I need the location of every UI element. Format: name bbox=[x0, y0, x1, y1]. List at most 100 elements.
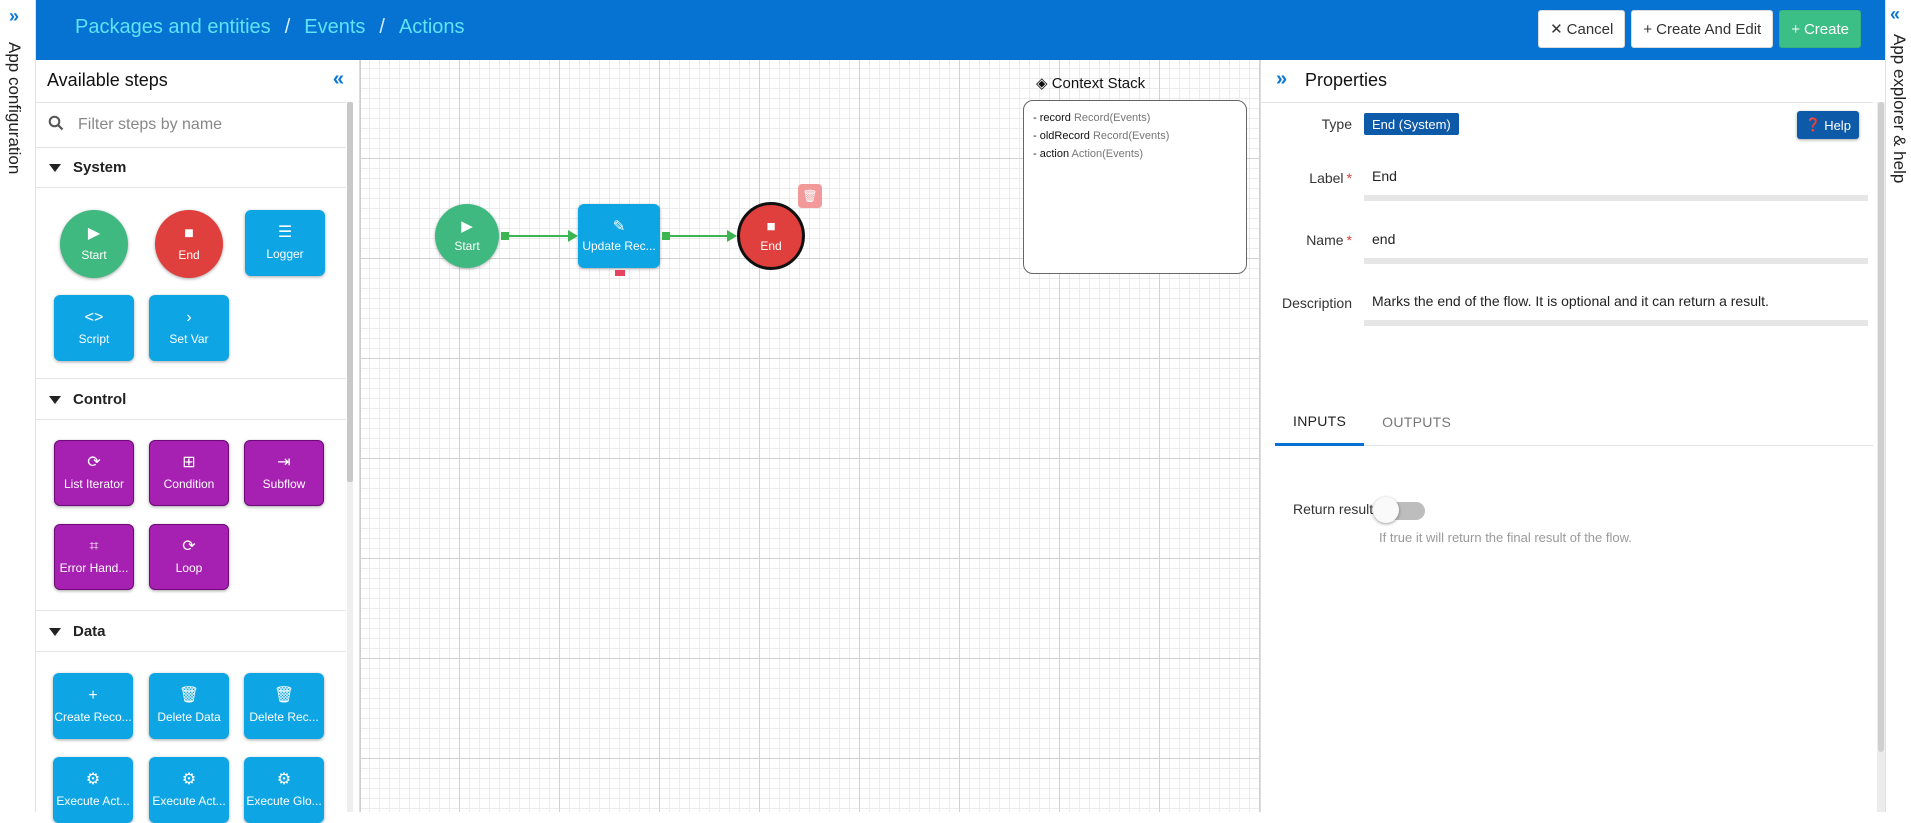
flow-canvas[interactable]: ▶ Start ✎ Update Rec... ■ End 🗑 ◈ Contex… bbox=[360, 60, 1260, 812]
create-and-edit-button[interactable]: + Create And Edit bbox=[1631, 10, 1774, 48]
expand-chevron-icon[interactable]: » bbox=[9, 6, 19, 27]
type-label: Type bbox=[1322, 116, 1352, 132]
description-input[interactable] bbox=[1364, 284, 1868, 318]
available-steps-title: Available steps bbox=[47, 70, 168, 90]
label-label-text: Label bbox=[1309, 170, 1344, 186]
help-button[interactable]: ❓ Help bbox=[1797, 111, 1859, 139]
step-label: End bbox=[178, 248, 200, 262]
step-label: Start bbox=[81, 248, 107, 262]
name-input[interactable] bbox=[1364, 222, 1868, 256]
step-delete-data[interactable]: 🗑 Delete Data bbox=[149, 673, 229, 739]
step-script[interactable]: <> Script bbox=[54, 295, 134, 361]
step-label: Error Hand... bbox=[59, 561, 129, 575]
required-marker: * bbox=[1346, 232, 1352, 248]
properties-scrollbar[interactable] bbox=[1877, 102, 1885, 812]
context-row: - record Record(Events) bbox=[1033, 112, 1151, 124]
app-configuration-strip[interactable]: » App configuration bbox=[0, 0, 36, 812]
app-explorer-strip[interactable]: « App explorer & help bbox=[1885, 0, 1911, 812]
step-execute-global[interactable]: ⚙ Execute Glo... bbox=[244, 757, 324, 823]
tab-inputs[interactable]: INPUTS bbox=[1275, 398, 1365, 446]
step-create-record[interactable]: + Create Reco... bbox=[53, 673, 133, 739]
connector-update-end[interactable] bbox=[668, 235, 728, 237]
context-row: - action Action(Events) bbox=[1033, 148, 1144, 160]
category-system[interactable]: System bbox=[36, 148, 346, 188]
category-control[interactable]: Control bbox=[36, 380, 346, 420]
type-badge: End (System) bbox=[1364, 113, 1459, 135]
arrow-icon bbox=[727, 230, 737, 242]
breadcrumb-separator: / bbox=[379, 16, 385, 38]
caret-down-icon bbox=[49, 163, 61, 172]
connector-start-update[interactable] bbox=[507, 235, 569, 237]
cancel-button[interactable]: ✕ Cancel bbox=[1538, 10, 1626, 48]
plus-icon: + bbox=[1791, 20, 1800, 38]
plus-icon: + bbox=[1643, 20, 1653, 38]
trash-list-icon: 🗑 bbox=[178, 687, 200, 704]
step-error-handler[interactable]: ⌗ Error Hand... bbox=[54, 524, 134, 590]
node-update-record[interactable]: ✎ Update Rec... bbox=[578, 204, 660, 268]
gear-icon: ⚙ bbox=[181, 771, 197, 788]
step-set-var[interactable]: › Set Var bbox=[149, 295, 229, 361]
step-end[interactable]: ■ End bbox=[155, 210, 223, 278]
list-lines-icon: ☰ bbox=[277, 224, 293, 241]
context-stack-title: ◈ Context Stack bbox=[1036, 74, 1145, 92]
step-subflow[interactable]: ⇥ Subflow bbox=[244, 440, 324, 506]
breadcrumb-packages[interactable]: Packages and entities bbox=[75, 16, 271, 39]
step-start[interactable]: ▶ Start bbox=[60, 210, 128, 278]
step-label: Loop bbox=[175, 561, 203, 575]
context-row: - oldRecord Record(Events) bbox=[1033, 130, 1170, 142]
context-key: action bbox=[1039, 148, 1070, 160]
toggle-knob bbox=[1373, 497, 1399, 523]
expand-chevron-icon[interactable]: » bbox=[1276, 68, 1287, 91]
filter-steps-input[interactable] bbox=[76, 115, 326, 135]
category-system-label: System bbox=[73, 159, 127, 176]
help-label: Help bbox=[1824, 117, 1851, 133]
node-label: Start bbox=[454, 239, 480, 253]
sign-in-icon: ⇥ bbox=[277, 454, 291, 471]
stop-icon: ■ bbox=[766, 218, 776, 235]
step-label: Set Var bbox=[169, 332, 209, 346]
layers-icon: ◈ bbox=[1036, 75, 1048, 92]
pencil-icon: ✎ bbox=[612, 218, 626, 235]
step-label: Execute Act... bbox=[152, 794, 226, 808]
app-explorer-label[interactable]: App explorer & help bbox=[1889, 34, 1909, 183]
breadcrumb-actions[interactable]: Actions bbox=[399, 16, 465, 39]
steps-search bbox=[36, 102, 346, 148]
app-configuration-label[interactable]: App configuration bbox=[4, 42, 24, 174]
step-condition[interactable]: ⊞ Condition bbox=[149, 440, 229, 506]
error-port[interactable] bbox=[615, 270, 625, 276]
name-label-text: Name bbox=[1306, 232, 1344, 248]
step-label: Condition bbox=[163, 477, 215, 491]
io-tabs: INPUTS OUTPUTS bbox=[1275, 398, 1873, 446]
node-label: Update Rec... bbox=[582, 239, 656, 253]
step-label: Script bbox=[78, 332, 110, 346]
node-end[interactable]: ■ End bbox=[737, 202, 805, 270]
collapse-chevron-icon[interactable]: « bbox=[333, 68, 344, 91]
scrollbar-thumb[interactable] bbox=[1878, 102, 1884, 752]
stop-icon: ■ bbox=[184, 225, 194, 242]
context-type: Action(Events) bbox=[1071, 148, 1144, 160]
category-data-label: Data bbox=[73, 623, 106, 640]
create-and-edit-label: Create And Edit bbox=[1656, 20, 1762, 38]
label-input[interactable] bbox=[1364, 159, 1868, 193]
step-delete-record[interactable]: 🗑 Delete Rec... bbox=[244, 673, 324, 739]
delete-node-icon[interactable]: 🗑 bbox=[798, 184, 822, 208]
category-data[interactable]: Data bbox=[36, 612, 346, 652]
breadcrumb-events[interactable]: Events bbox=[304, 16, 365, 39]
step-execute-action-2[interactable]: ⚙ Execute Act... bbox=[149, 757, 229, 823]
tab-outputs[interactable]: OUTPUTS bbox=[1364, 398, 1469, 446]
breadcrumb: Packages and entities / Events / Actions bbox=[75, 16, 465, 39]
step-logger[interactable]: ☰ Logger bbox=[245, 210, 325, 276]
step-list-iterator[interactable]: ⟳ List Iterator bbox=[54, 440, 134, 506]
steps-scrollbar-thumb[interactable] bbox=[347, 102, 353, 482]
return-result-toggle[interactable] bbox=[1373, 497, 1427, 523]
collapse-chevron-icon[interactable]: « bbox=[1890, 4, 1900, 25]
context-type: Record(Events) bbox=[1092, 130, 1170, 142]
node-start[interactable]: ▶ Start bbox=[435, 204, 499, 268]
create-button[interactable]: + Create bbox=[1779, 10, 1861, 48]
return-result-hint: If true it will return the final result … bbox=[1379, 530, 1632, 545]
arrow-icon bbox=[568, 230, 578, 242]
step-loop[interactable]: ⟳ Loop bbox=[149, 524, 229, 590]
description-field bbox=[1364, 284, 1868, 326]
question-circle-icon: ❓ bbox=[1805, 117, 1822, 132]
step-execute-action[interactable]: ⚙ Execute Act... bbox=[53, 757, 133, 823]
